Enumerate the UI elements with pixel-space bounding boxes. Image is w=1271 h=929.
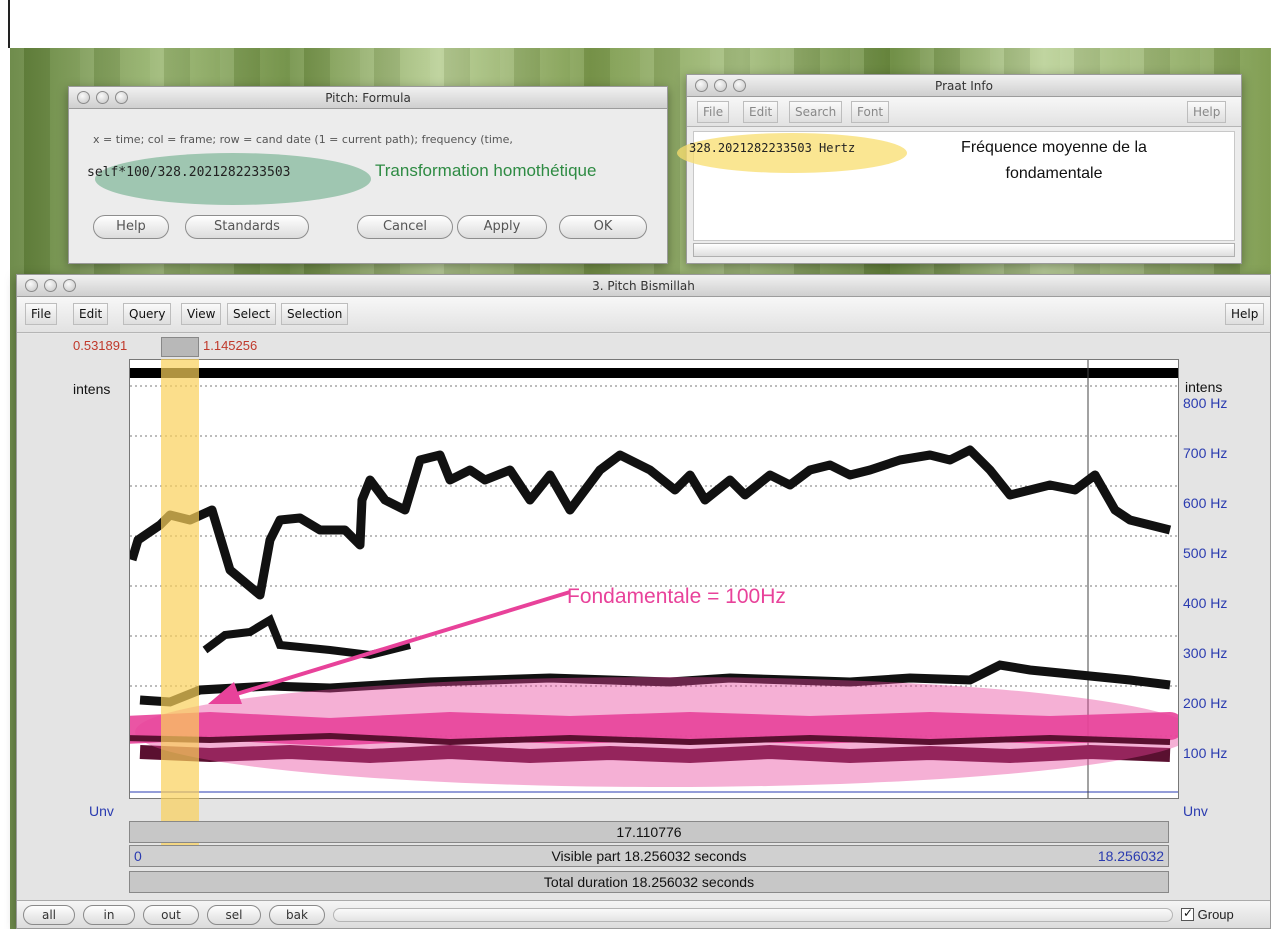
- fundamental-annotation: Fondamentale = 100Hz: [567, 585, 786, 608]
- selection-band: [161, 359, 199, 849]
- y-label-300: 300 Hz: [1183, 645, 1228, 661]
- pitch-plot-svg: [130, 360, 1178, 798]
- formula-description: x = time; col = frame; row = cand date (…: [93, 133, 513, 146]
- zoom-selection-button[interactable]: sel: [207, 905, 261, 925]
- f0-highlight-band: [130, 711, 1178, 747]
- menu-search[interactable]: Search: [789, 101, 843, 123]
- y-label-400: 400 Hz: [1183, 595, 1228, 611]
- zoom-window-button[interactable]: [63, 279, 76, 292]
- info-value: 328.2021282233503 Hertz: [689, 141, 856, 155]
- horizontal-scrollbar[interactable]: [333, 908, 1173, 922]
- info-annotation: Fréquence moyenne de la fondamentale: [919, 135, 1189, 187]
- y-label-100: 100 Hz: [1183, 745, 1228, 761]
- visible-part-bar[interactable]: 0 Visible part 18.256032 seconds 18.2560…: [129, 845, 1169, 867]
- standards-button[interactable]: Standards: [185, 215, 309, 239]
- menu-edit[interactable]: Edit: [743, 101, 779, 123]
- desktop-edge: [8, 0, 10, 48]
- zoom-window-button[interactable]: [115, 91, 128, 104]
- info-annotation-line1: Fréquence moyenne de la: [961, 139, 1147, 156]
- check-mark-icon: ✓: [1183, 906, 1194, 921]
- group-checkbox[interactable]: ✓ Group: [1181, 906, 1234, 922]
- y-label-600: 600 Hz: [1183, 495, 1228, 511]
- info-menubar: File Edit Search Font Help: [687, 97, 1241, 127]
- zoom-in-button[interactable]: in: [83, 905, 135, 925]
- formula-window-title: Pitch: Formula: [325, 91, 411, 105]
- formula-titlebar: Pitch: Formula: [69, 87, 667, 109]
- intensity-bar: [130, 368, 1178, 378]
- minimize-window-button[interactable]: [96, 91, 109, 104]
- menu-select[interactable]: Select: [227, 303, 277, 325]
- formula-window: Pitch: Formula x = time; col = frame; ro…: [68, 86, 668, 264]
- help-button[interactable]: Help: [93, 215, 169, 239]
- y-label-700: 700 Hz: [1183, 445, 1228, 461]
- visible-end-time: 18.256032: [1097, 848, 1164, 864]
- pitch-bottom-toolbar: all in out sel bak ✓ Group: [17, 900, 1270, 928]
- zoom-window-button[interactable]: [733, 79, 746, 92]
- selection-end-time: 1.145256: [203, 338, 258, 353]
- menu-edit[interactable]: Edit: [73, 303, 109, 325]
- pitch-titlebar: 3. Pitch Bismillah: [17, 275, 1270, 297]
- zoom-all-button[interactable]: all: [23, 905, 75, 925]
- visible-part-label: Visible part 18.256032 seconds: [551, 848, 747, 864]
- y-label-200: 200 Hz: [1183, 695, 1228, 711]
- group-label: Group: [1197, 907, 1234, 922]
- pitch-window: 3. Pitch Bismillah File Edit Query View …: [16, 274, 1271, 929]
- total-duration-bar[interactable]: Total duration 18.256032 seconds: [129, 871, 1169, 893]
- zoom-out-button[interactable]: out: [143, 905, 199, 925]
- unvoiced-label-right: Unv: [1183, 803, 1208, 819]
- pitch-plot[interactable]: [129, 359, 1179, 799]
- menu-help[interactable]: Help: [1187, 101, 1227, 123]
- info-window: Praat Info File Edit Search Font Help 32…: [677, 74, 1242, 264]
- intensity-label-left: intens: [73, 381, 111, 397]
- info-window-title: Praat Info: [935, 79, 993, 93]
- menu-help[interactable]: Help: [1225, 303, 1265, 325]
- minimize-window-button[interactable]: [714, 79, 727, 92]
- pitch-track-high: [130, 445, 1172, 600]
- close-window-button[interactable]: [25, 279, 38, 292]
- menu-file[interactable]: File: [697, 101, 730, 123]
- close-window-button[interactable]: [695, 79, 708, 92]
- window-controls: [77, 91, 128, 104]
- zoom-back-button[interactable]: bak: [269, 905, 325, 925]
- info-titlebar: Praat Info: [687, 75, 1241, 97]
- cursor-time-bar[interactable]: 17.110776: [129, 821, 1169, 843]
- selection-marker: [161, 337, 199, 357]
- close-window-button[interactable]: [77, 91, 90, 104]
- y-label-800: 800 Hz: [1183, 395, 1228, 411]
- menu-query[interactable]: Query: [123, 303, 172, 325]
- apply-button[interactable]: Apply: [457, 215, 547, 239]
- checkbox-icon: ✓: [1181, 906, 1194, 922]
- cancel-button[interactable]: Cancel: [357, 215, 453, 239]
- menu-file[interactable]: File: [25, 303, 58, 325]
- unvoiced-label-left: Unv: [89, 803, 114, 819]
- info-annotation-line2: fondamentale: [1005, 165, 1103, 182]
- pitch-menubar: File Edit Query View Select Selection He…: [17, 297, 1270, 333]
- window-controls: [695, 79, 746, 92]
- pitch-window-title: 3. Pitch Bismillah: [592, 279, 695, 293]
- minimize-window-button[interactable]: [44, 279, 57, 292]
- formula-input[interactable]: self*100/328.2021282233503: [87, 165, 291, 180]
- window-controls: [25, 279, 76, 292]
- menu-font[interactable]: Font: [851, 101, 890, 123]
- formula-annotation: Transformation homothétique: [375, 161, 597, 180]
- intensity-label-right: intens: [1185, 379, 1223, 395]
- info-scrollbar[interactable]: [693, 243, 1235, 257]
- ok-button[interactable]: OK: [559, 215, 647, 239]
- menu-view[interactable]: View: [181, 303, 222, 325]
- y-label-500: 500 Hz: [1183, 545, 1228, 561]
- selection-start-time: 0.531891: [73, 338, 128, 353]
- menu-selection[interactable]: Selection: [281, 303, 349, 325]
